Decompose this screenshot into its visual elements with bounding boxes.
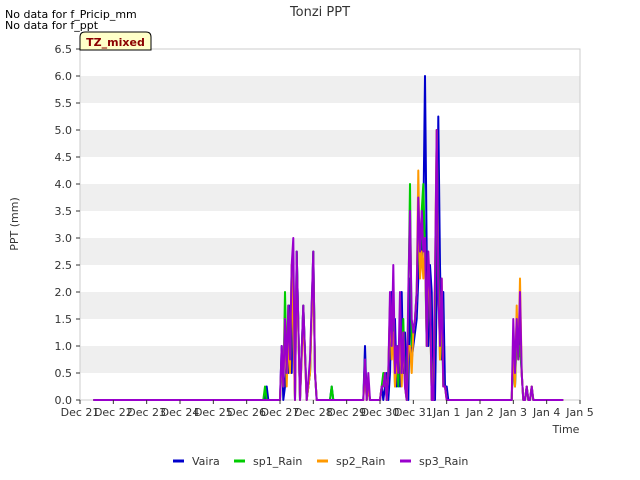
y-tick-label: 2.0: [55, 286, 73, 299]
y-tick-label: 1.0: [55, 340, 73, 353]
y-axis-label: PPT (mm): [8, 197, 21, 251]
ppt-chart: 0.00.51.01.52.02.53.03.54.04.55.05.56.06…: [8, 5, 594, 468]
y-tick-label: 3.0: [55, 232, 73, 245]
plot-background: [79, 48, 581, 401]
grid-band: [80, 76, 580, 103]
y-tick-label: 0.5: [55, 367, 73, 380]
y-tick-label: 4.5: [55, 151, 73, 164]
y-axis: 0.00.51.01.52.02.53.03.54.04.55.05.56.06…: [55, 43, 80, 407]
y-tick-label: 2.5: [55, 259, 73, 272]
y-tick-label: 5.5: [55, 97, 73, 110]
badge-text: TZ_mixed: [86, 36, 145, 49]
y-tick-label: 4.0: [55, 178, 73, 191]
grid-band: [80, 130, 580, 157]
x-tick-label: Jan 2: [465, 406, 493, 419]
x-tick-label: Jan 5: [565, 406, 593, 419]
x-tick-label: Jan 3: [499, 406, 527, 419]
y-tick-label: 1.5: [55, 313, 73, 326]
x-axis-label: Time: [552, 423, 580, 436]
grid-band: [80, 346, 580, 373]
grid-band: [80, 184, 580, 211]
x-axis: Dec 21Dec 22Dec 23Dec 24Dec 25Dec 26Dec …: [61, 400, 594, 419]
legend: Vaira sp1_Rain sp2_Rain sp3_Rain: [173, 455, 468, 468]
y-tick-label: 6.0: [55, 70, 73, 83]
grid-band: [80, 238, 580, 265]
y-tick-label: 5.0: [55, 124, 73, 137]
x-tick-label: Jan 1: [432, 406, 460, 419]
grid-band: [80, 292, 580, 319]
x-tick-label: Jan 4: [532, 406, 560, 419]
chart-title: Tonzi PPT: [289, 5, 350, 20]
legend-label: sp3_Rain: [419, 455, 468, 468]
y-tick-label: 6.5: [55, 43, 73, 56]
legend-label: sp1_Rain: [253, 455, 302, 468]
y-tick-label: 3.5: [55, 205, 73, 218]
x-tick-label: Dec 31: [394, 406, 433, 419]
dataset-badge: TZ_mixed: [79, 31, 152, 51]
legend-label: sp2_Rain: [336, 455, 385, 468]
legend-label: Vaira: [192, 455, 220, 468]
